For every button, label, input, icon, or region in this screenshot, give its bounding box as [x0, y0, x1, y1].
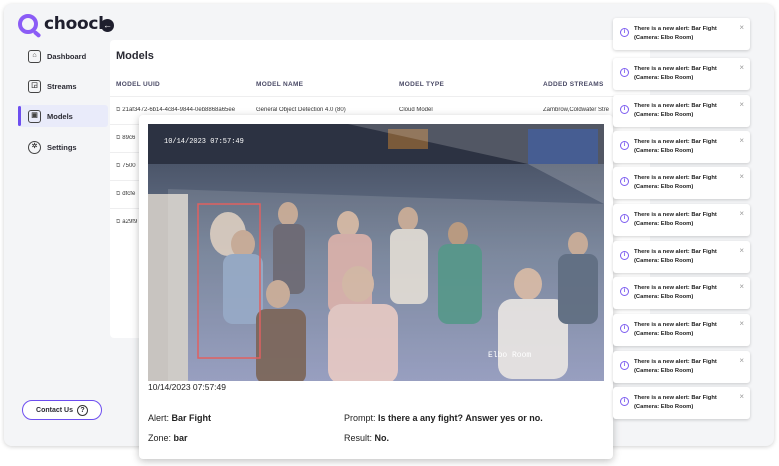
event-detail-modal: 10/14/2023 07:57:49 Elbo Room 10/14/2023…	[139, 115, 613, 459]
alert-toast[interactable]: i There is a new alert: Bar Fight (Camera…	[613, 204, 750, 236]
event-timestamp: 10/14/2023 07:57:49	[148, 382, 226, 392]
model-type: Cloud Model	[399, 107, 433, 113]
model-uuid: 89c6	[122, 135, 136, 141]
column-header-name: MODEL NAME	[256, 81, 304, 88]
alert-toast[interactable]: i There is a new alert: Bar Fight (Camera…	[613, 387, 750, 419]
info-icon: i	[620, 177, 629, 186]
contact-us-button[interactable]: Contact Us ?	[22, 400, 102, 420]
model-uuid: 7500	[122, 163, 136, 169]
alert-value: Bar Fight	[171, 413, 212, 423]
sidebar-item-label: Settings	[47, 142, 77, 152]
model-uuid: a29f9	[122, 219, 138, 225]
zone-field: Zone: bar	[148, 433, 188, 443]
result-label: Result:	[344, 433, 373, 443]
info-icon: i	[620, 68, 629, 77]
overlay-camera-label: Elbo Room	[488, 351, 531, 360]
copy-icon[interactable]: ⧉	[116, 191, 120, 197]
alert-toast[interactable]: i There is a new alert: Bar Fight (Camera…	[613, 18, 750, 50]
gear-icon: ✲	[28, 140, 41, 154]
info-icon: i	[620, 397, 629, 406]
alert-toast-text: There is a new alert: Bar Fight (Camera:…	[634, 66, 717, 81]
alert-toast[interactable]: i There is a new alert: Bar Fight (Camera…	[613, 314, 750, 346]
copy-icon[interactable]: ⧉	[116, 219, 120, 225]
cast-icon: ◲	[28, 79, 41, 93]
close-icon[interactable]: ×	[739, 136, 744, 145]
home-icon: ⌂	[28, 49, 41, 63]
overlay-timestamp: 10/14/2023 07:57:49	[164, 138, 244, 146]
model-icon: ▣	[28, 109, 41, 123]
prompt-label: Prompt:	[344, 413, 376, 423]
alert-toast-text: There is a new alert: Bar Fight (Camera:…	[634, 285, 717, 300]
close-icon[interactable]: ×	[739, 319, 744, 328]
camera-snapshot-image: 10/14/2023 07:57:49 Elbo Room	[148, 124, 604, 381]
alert-toast[interactable]: i There is a new alert: Bar Fight (Camera…	[613, 95, 750, 127]
copy-icon[interactable]: ⧉	[116, 135, 120, 141]
sidebar-item-streams[interactable]: ◲ Streams	[18, 75, 108, 97]
close-icon[interactable]: ×	[739, 172, 744, 181]
model-uuid: dfcfe	[122, 191, 136, 197]
close-icon[interactable]: ×	[739, 63, 744, 72]
alert-toast-text: There is a new alert: Bar Fight (Camera:…	[634, 103, 717, 118]
sidebar: chooch ⌂ Dashboard ◲ Streams ▣ Models ✲ …	[4, 4, 110, 446]
camera-frame: 10/14/2023 07:57:49 Elbo Room	[148, 124, 604, 381]
sidebar-item-label: Models	[47, 111, 73, 121]
close-icon[interactable]: ×	[739, 209, 744, 218]
contact-us-label: Contact Us	[36, 406, 73, 414]
alert-toast-text: There is a new alert: Bar Fight (Camera:…	[634, 322, 717, 337]
alert-label: Alert:	[148, 413, 170, 423]
info-icon: i	[620, 214, 629, 223]
column-header-uuid: MODEL UUID	[116, 81, 161, 88]
info-icon: i	[620, 251, 629, 260]
alert-toast[interactable]: i There is a new alert: Bar Fight (Camera…	[613, 131, 750, 163]
alert-toast-text: There is a new alert: Bar Fight (Camera:…	[634, 359, 717, 374]
column-header-streams: ADDED STREAMS	[543, 81, 604, 88]
alert-toast-text: There is a new alert: Bar Fight (Camera:…	[634, 212, 717, 227]
sidebar-item-label: Dashboard	[47, 51, 87, 61]
info-icon: i	[620, 28, 629, 37]
sidebar-item-label: Streams	[47, 81, 77, 91]
logo: chooch	[18, 14, 110, 34]
sidebar-item-models[interactable]: ▣ Models	[18, 105, 108, 127]
alert-toast-text: There is a new alert: Bar Fight (Camera:…	[634, 26, 717, 41]
close-icon[interactable]: ×	[739, 282, 744, 291]
copy-icon[interactable]: ⧉	[116, 107, 120, 113]
model-name: General Object Detection 4.0 (80)	[256, 107, 346, 113]
model-uuid: 21af3472-6b14-4c84-9844-0eb8868a65ee	[122, 107, 236, 113]
alert-toast-text: There is a new alert: Bar Fight (Camera:…	[634, 139, 717, 154]
help-icon: ?	[76, 404, 88, 416]
copy-icon[interactable]: ⧉	[116, 163, 120, 169]
result-field: Result: No.	[344, 433, 389, 443]
info-icon: i	[620, 361, 629, 370]
close-icon[interactable]: ×	[739, 246, 744, 255]
prompt-field: Prompt: Is there a any fight? Answer yes…	[344, 413, 543, 423]
page-title: Models	[116, 50, 154, 62]
alert-toast[interactable]: i There is a new alert: Bar Fight (Camera…	[613, 58, 750, 90]
collapse-sidebar-icon[interactable]: ←	[101, 19, 114, 32]
result-value: No.	[374, 433, 390, 443]
alert-toast-text: There is a new alert: Bar Fight (Camera:…	[634, 395, 717, 410]
info-icon: i	[620, 105, 629, 114]
alert-toast-text: There is a new alert: Bar Fight (Camera:…	[634, 249, 717, 264]
sidebar-item-dashboard[interactable]: ⌂ Dashboard	[18, 45, 108, 67]
column-header-type: MODEL TYPE	[399, 81, 445, 88]
chooch-logo-icon	[18, 14, 38, 34]
alert-toast-text: There is a new alert: Bar Fight (Camera:…	[634, 175, 717, 190]
close-icon[interactable]: ×	[739, 356, 744, 365]
close-icon[interactable]: ×	[739, 100, 744, 109]
zone-label: Zone:	[148, 433, 172, 443]
close-icon[interactable]: ×	[739, 23, 744, 32]
zone-value: bar	[173, 433, 188, 443]
alert-toast[interactable]: i There is a new alert: Bar Fight (Camera…	[613, 167, 750, 199]
info-icon: i	[620, 141, 629, 150]
alert-toast[interactable]: i There is a new alert: Bar Fight (Camera…	[613, 351, 750, 383]
prompt-value: Is there a any fight? Answer yes or no.	[378, 413, 543, 423]
alert-toast[interactable]: i There is a new alert: Bar Fight (Camera…	[613, 277, 750, 309]
alert-toast[interactable]: i There is a new alert: Bar Fight (Camera…	[613, 241, 750, 273]
close-icon[interactable]: ×	[739, 392, 744, 401]
alert-field: Alert: Bar Fight	[148, 413, 211, 423]
info-icon: i	[620, 324, 629, 333]
sidebar-item-settings[interactable]: ✲ Settings	[18, 136, 108, 158]
info-icon: i	[620, 287, 629, 296]
